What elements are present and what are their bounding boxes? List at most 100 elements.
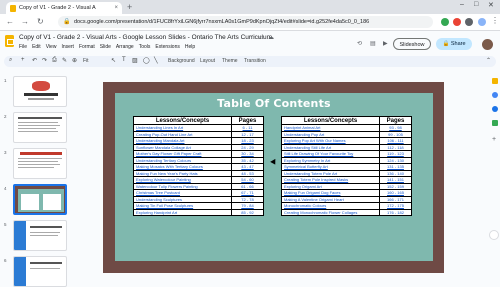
table-header: Pages xyxy=(231,116,264,125)
lesson-link[interactable]: Creating Monochromatic Flower Collages xyxy=(281,208,380,216)
background-button[interactable]: Background xyxy=(168,58,195,64)
minimize-button[interactable]: – xyxy=(460,1,464,8)
text-box-icon[interactable]: T xyxy=(122,57,126,63)
menu-bar: File Edit View Insert Format Slide Arran… xyxy=(19,44,195,50)
slide-thumbnail[interactable] xyxy=(13,256,67,287)
slide-number: 2 xyxy=(4,114,7,119)
image-icon[interactable]: ▨ xyxy=(132,57,138,64)
document-title[interactable]: Copy of V1 - Grade 2 - Visual Arts - Goo… xyxy=(19,34,272,41)
collapse-toolbar-icon[interactable]: ⌃ xyxy=(486,57,491,64)
slideshow-button[interactable]: Slideshow xyxy=(393,38,431,50)
close-window-button[interactable]: ✕ xyxy=(488,1,494,9)
add-addon-icon[interactable]: + xyxy=(492,136,496,143)
table-row: Still Life Drawing Of Your Favourite Toy… xyxy=(281,150,412,158)
menu-slide[interactable]: Slide xyxy=(100,44,111,50)
table-header: Lessons/Concepts xyxy=(133,116,232,125)
theme-button[interactable]: Theme xyxy=(222,58,238,64)
transition-button[interactable]: Transition xyxy=(244,58,266,64)
browser-menu-icon[interactable]: ⋮ xyxy=(491,16,499,25)
comments-icon[interactable]: ▤ xyxy=(370,40,376,47)
slide-thumbnail[interactable] xyxy=(13,220,67,251)
url-text: docs.google.com/presentation/d/1FUC8frYx… xyxy=(74,19,370,25)
slideshow-label: Slideshow xyxy=(399,42,425,48)
pages-link[interactable]: 85 - 92 xyxy=(231,208,264,216)
menu-file[interactable]: File xyxy=(19,44,27,50)
forward-button[interactable]: → xyxy=(21,17,29,26)
menu-edit[interactable]: Edit xyxy=(32,44,41,50)
explore-icon[interactable] xyxy=(489,230,499,240)
zoom-icon[interactable]: ⊕ xyxy=(72,57,77,64)
toc-table-left[interactable]: Lessons/Concepts Pages Understanding Lin… xyxy=(133,116,264,216)
slide-thumbnail[interactable] xyxy=(13,76,67,107)
slide-number: 4 xyxy=(4,186,7,191)
lock-icon: 🔒 xyxy=(63,19,71,25)
slide-thumbnail[interactable] xyxy=(13,148,67,179)
menu-view[interactable]: View xyxy=(46,44,57,50)
layout-button[interactable]: Layout xyxy=(200,58,215,64)
table-row: Mother's Day Flower Gift Paper Craft 30 -… xyxy=(133,150,264,158)
slide-number: 3 xyxy=(4,150,7,155)
tab-title: Copy of V1 - Grade 2 - Visual A xyxy=(19,5,96,11)
back-button[interactable]: ← xyxy=(6,17,14,26)
side-panel-strip: + xyxy=(491,70,500,281)
account-avatar[interactable] xyxy=(482,39,493,50)
table-row: Creating Monochromatic Flower Collages 17… xyxy=(281,208,412,216)
table-header: Lessons/Concepts xyxy=(281,116,380,125)
menu-help[interactable]: Help xyxy=(185,44,195,50)
table-header: Pages xyxy=(379,116,412,125)
redo-icon[interactable]: ↷ xyxy=(42,57,47,64)
keep-icon[interactable] xyxy=(492,78,498,84)
slide-thumbnail-selected[interactable] xyxy=(13,184,67,215)
search-menus-icon[interactable]: ⌕ xyxy=(9,57,12,64)
menu-insert[interactable]: Insert xyxy=(61,44,74,50)
slide-number: 5 xyxy=(4,222,7,227)
move-folder-icon[interactable]: ▭ xyxy=(259,34,265,41)
toc-table-right[interactable]: Lessons/Concepts Pages Handprint Animal … xyxy=(281,116,412,216)
editing-toolbar: ⌕ + ↶ ↷ ⎙ ✎ ⊕ Fit ↖ T ▨ ◯ ╲ Background L… xyxy=(4,56,496,67)
line-icon[interactable]: ╲ xyxy=(154,57,158,64)
zoom-select[interactable]: Fit xyxy=(83,58,89,64)
maximize-button[interactable]: □ xyxy=(474,1,478,8)
reload-button[interactable]: ↻ xyxy=(37,17,44,26)
menu-tools[interactable]: Tools xyxy=(139,44,151,50)
contacts-icon[interactable] xyxy=(492,106,498,112)
history-icon[interactable]: ⟲ xyxy=(357,40,362,47)
menu-extensions[interactable]: Extensions xyxy=(155,44,179,50)
slide-title[interactable]: Table Of Contents xyxy=(115,97,433,110)
slide-filmstrip: 1 2 3 4 5 6 xyxy=(0,70,72,287)
extension-icon[interactable] xyxy=(453,18,461,26)
print-icon[interactable]: ⎙ xyxy=(52,57,57,64)
url-input[interactable]: 🔒 docs.google.com/presentation/d/1FUC8fr… xyxy=(58,16,433,28)
share-button[interactable]: 🔒 Share xyxy=(436,38,472,50)
profile-avatar[interactable] xyxy=(478,18,486,26)
slide-thumbnail[interactable] xyxy=(13,112,67,143)
slides-favicon-icon xyxy=(10,4,16,12)
tab-close-icon[interactable]: × xyxy=(114,5,118,11)
new-tab-button[interactable]: + xyxy=(127,2,132,12)
table-row: Making Mosaics With Tertiary Colours 43 -… xyxy=(133,163,264,171)
browser-tab[interactable]: Copy of V1 - Grade 2 - Visual A × xyxy=(6,2,122,14)
undo-icon[interactable]: ↶ xyxy=(32,57,37,64)
maps-icon[interactable] xyxy=(492,120,498,126)
select-tool-icon[interactable]: ↖ xyxy=(111,57,116,64)
new-slide-icon[interactable]: + xyxy=(21,57,25,63)
meet-icon[interactable]: ▶ xyxy=(383,40,388,47)
table-row: Exploring Handprint Art 85 - 92 xyxy=(133,208,264,216)
menu-format[interactable]: Format xyxy=(79,44,95,50)
lesson-link[interactable]: Exploring Handprint Art xyxy=(133,208,232,216)
paint-format-icon[interactable]: ✎ xyxy=(62,57,67,64)
tasks-icon[interactable] xyxy=(492,92,498,98)
shape-icon[interactable]: ◯ xyxy=(143,57,150,64)
extension-icon[interactable] xyxy=(441,18,449,26)
lock-icon: 🔒 xyxy=(442,41,450,47)
slide-number: 6 xyxy=(4,258,7,263)
cloud-status-icon: ☁ xyxy=(268,35,274,41)
slides-logo-icon[interactable] xyxy=(5,35,14,47)
extensions-puzzle-icon[interactable] xyxy=(465,18,473,26)
menu-arrange[interactable]: Arrange xyxy=(116,44,134,50)
pages-link[interactable]: 176 - 182 xyxy=(379,208,412,216)
table-row: Creating Totem Pole Inspired Masks 141 - … xyxy=(281,176,412,184)
address-bar-row: ← → ↻ 🔒 docs.google.com/presentation/d/1… xyxy=(0,14,500,31)
browser-tab-bar: Copy of V1 - Grade 2 - Visual A × + – □ … xyxy=(0,0,500,14)
star-icon[interactable]: ☆ xyxy=(250,34,255,41)
